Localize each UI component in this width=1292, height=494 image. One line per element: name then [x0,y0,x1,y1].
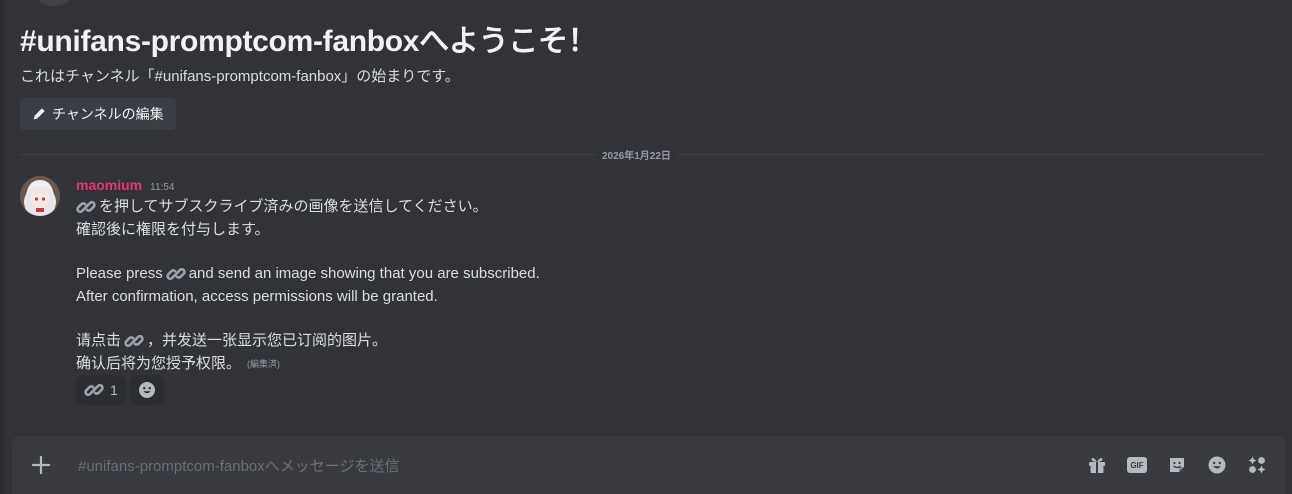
edit-channel-label: チャンネルの編集 [52,106,164,122]
gif-label: GIF [1127,457,1147,473]
edited-label: (編集済) [247,358,281,369]
link-emoji-icon [165,268,186,281]
emoji-icon[interactable] [1207,455,1227,475]
message-header: maomium 11:54 [76,177,174,193]
message-input[interactable] [76,452,980,480]
gif-icon[interactable]: GIF [1127,455,1147,475]
message-line: 请点击 ，并发送一张显示您已订阅的图片。 [76,330,976,353]
message-line: 确认后将为您授予权限。 (編集済) [76,353,976,376]
avatar[interactable] [20,176,60,216]
message-text-zh-1-pre: 请点击 [76,332,122,349]
link-emoji-icon [84,383,104,397]
message-line: After confirmation, access permissions w… [76,286,976,309]
reaction-count: 1 [110,382,118,398]
message-text-en-1-post: and send an image showing that you are s… [188,265,540,282]
channel-list-edge [0,0,4,494]
message-composer: GIF [12,436,1286,494]
message-text-zh-1-post: ，并发送一张显示您已订阅的图片。 [147,332,388,349]
message-line: を押してサブスクライブ済みの画像を送信してください。 [76,196,976,219]
message-username[interactable]: maomium [76,177,142,193]
reaction-link[interactable]: 1 [76,375,126,405]
channel-welcome-title: #unifans-promptcom-fanboxへようこそ！ [20,25,598,58]
channel-view: #unifans-promptcom-fanboxへようこそ！ これはチャンネル… [0,0,1292,494]
channel-welcome-subtitle: これはチャンネル「#unifans-promptcom-fanbox」の始まりで… [20,68,460,85]
link-emoji-icon [76,201,96,214]
plus-icon[interactable] [29,453,53,477]
message-content: を押してサブスクライブ済みの画像を送信してください。 確認後に権限を付与します。… [76,196,976,375]
add-reaction-button[interactable] [129,375,164,405]
reaction-bar: 1 [76,375,164,405]
message-line: Please press and send an image showing t… [76,263,976,286]
message-text-zh-2: 确认后将为您授予权限。 [76,354,242,372]
message-text-en-2: After confirmation, access permissions w… [76,287,438,305]
message-text-en-1-pre: Please press [76,265,163,282]
sticker-icon[interactable] [1167,455,1187,475]
date-divider: 2026年1月22日 [596,147,677,162]
avatar-image [20,176,60,216]
channel-icon-partial [34,0,74,6]
gift-icon[interactable] [1087,455,1107,475]
message-timestamp[interactable]: 11:54 [150,182,174,193]
apps-icon[interactable] [1247,455,1267,475]
edit-channel-button[interactable]: チャンネルの編集 [20,98,176,130]
message-text-jp-2: 確認後に権限を付与します。 [76,220,270,238]
message-line: 確認後に権限を付与します。 [76,219,976,242]
pencil-icon [33,108,45,120]
smiley-icon [138,382,155,398]
message-text-jp-1: を押してサブスクライブ済みの画像を送信してください。 [99,198,488,215]
link-emoji-icon [124,335,144,348]
